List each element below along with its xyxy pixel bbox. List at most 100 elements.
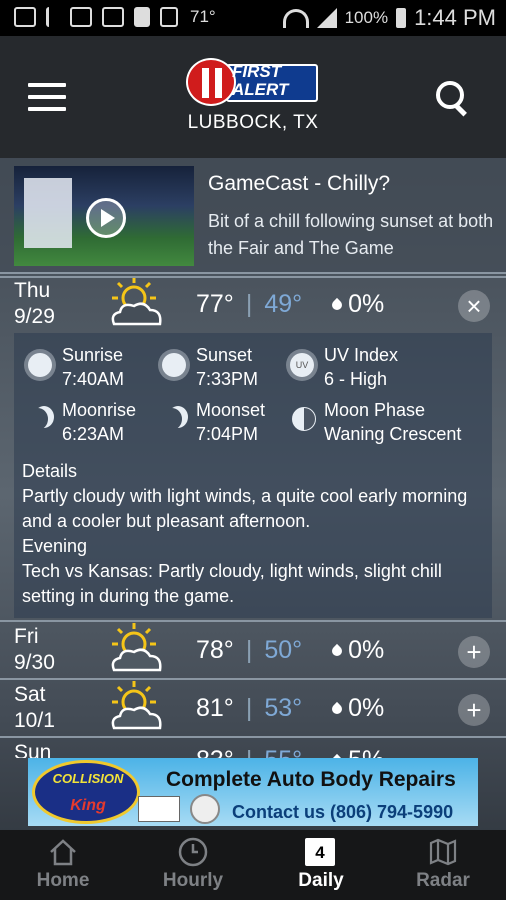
wifi-icon [282,8,309,28]
moonset-icon [162,408,182,430]
temperatures: 83° | 55° 5% [196,746,384,758]
expand-button[interactable]: + [458,694,490,726]
sunset-icon [162,353,186,377]
sunset-info: Sunset 7:33PM [196,345,259,389]
storage-icon [134,7,150,27]
moon-phase-info: Moon Phase Waning Crescent [324,400,462,444]
status-time: 1:44 PM [414,5,496,30]
high-temp: 78° [196,636,234,664]
details-heading: Details [22,461,78,481]
temp-separator: | [245,636,253,664]
image-icon [70,7,92,27]
moonset-info: Moonset 7:04PM [196,400,266,444]
moonrise-icon [28,408,48,430]
video-thumbnail[interactable] [14,166,194,266]
raindrop-icon [330,643,345,658]
temperatures: 78° | 50° 0% [196,636,384,665]
battery-percent: 100% [344,8,389,27]
search-icon[interactable] [436,81,470,117]
seal-badge [190,794,220,824]
details-text: Details Partly cloudy with light winds, … [22,459,490,609]
news-description: Bit of a chill following sunset at both … [208,211,494,258]
day-label: Fri 9/30 [14,625,55,674]
sunrise-icon [28,353,52,377]
high-temp: 81° [196,694,234,722]
precip-chance: 5% [348,746,384,758]
raindrop-icon [330,701,345,716]
menu-icon[interactable] [28,83,66,111]
add-notification-icon [14,7,36,27]
day-label: Thu 9/29 [14,279,55,328]
partly-cloudy-icon [111,681,162,730]
temperatures: 77° | 49° 0% [196,290,384,319]
forecast-row[interactable]: Fri 9/30 78° | 50° 0% + [0,623,506,684]
tab-daily[interactable]: 4 Daily [258,830,384,900]
precip-chance: 0% [348,694,385,722]
clock-icon [178,837,208,867]
day-details-panel: Sunrise 7:40AM Sunset 7:33PM UV UV Index 6 … [14,333,492,618]
calendar-icon: 4 [305,838,335,866]
tab-radar[interactable]: Radar [380,830,506,900]
evening-heading: Evening [22,536,88,556]
home-icon [50,839,76,866]
first-alert-logo: FIRST ALERT [186,58,320,106]
divider [0,678,506,680]
day-label: Sat 10/1 [14,683,55,732]
expand-button[interactable]: + [458,636,490,668]
low-temp: 50° [264,636,303,664]
tab-hourly[interactable]: Hourly [130,830,256,900]
app-header: FIRST ALERT LUBBOCK, TX [0,36,506,158]
partly-cloudy-icon [111,623,162,672]
map-icon [429,838,457,866]
uv-info: UV Index 6 - High [324,345,399,389]
moon-phase-icon [292,407,316,431]
ad-title: Complete Auto Body Repairs [166,768,456,791]
news-title[interactable]: GameCast - Chilly? [208,172,390,196]
forecast-row[interactable]: Thu 9/29 77° | 49° 0% × [0,277,506,338]
calendar-day: 4 [315,843,325,862]
tab-home[interactable]: Home [0,830,126,900]
logo-alert-text: ALERT [232,80,289,99]
low-temp: 49° [264,290,303,318]
mail-icon [102,7,124,27]
signal-icon [316,8,337,28]
temperatures: 81° | 53° 0% [196,694,384,723]
details-body: Partly cloudy with light winds, a quite … [22,486,468,531]
advertisement-banner[interactable]: COLLISION King Complete Auto Body Repair… [28,758,478,826]
logo-first-text: FIRST [232,62,282,81]
usb-icon [46,7,60,27]
tab-label: Home [36,870,90,891]
uv-icon: UV [290,353,314,377]
status-bar: 71° 100% 1:44 PM [0,0,506,36]
news-card[interactable]: GameCast - Chilly? Bit of a chill follow… [0,158,506,274]
blocked-icon [160,7,178,27]
high-temp: 77° [196,290,234,318]
location-label: LUBBOCK, TX [187,112,319,133]
temp-separator: | [245,290,253,318]
precip-chance: 0% [348,636,385,664]
ad-phone: Contact us (806) 794-5990 [232,802,454,822]
forecast-row[interactable]: Sat 10/1 81° | 53° 0% + [0,681,506,742]
status-temperature: 71° [190,7,216,26]
forecast-row[interactable]: Sun 83° | 55° 5% [0,742,506,758]
certification-badge [138,796,180,822]
battery-icon [396,8,407,28]
precip-chance: 0% [348,290,385,318]
tab-label: Radar [416,870,470,891]
play-icon[interactable] [86,198,126,238]
sunrise-info: Sunrise 7:40AM [62,345,125,389]
bottom-nav: Home Hourly 4 Daily Radar [0,830,506,900]
evening-body: Tech vs Kansas: Partly cloudy, light win… [22,561,442,606]
collapse-button[interactable]: × [458,290,490,322]
low-temp: 53° [264,694,303,722]
moonrise-info: Moonrise 6:23AM [62,400,137,444]
temp-separator: | [245,694,253,722]
raindrop-icon [330,297,345,312]
divider [0,736,506,738]
temp-separator: | [246,746,253,758]
partly-cloudy-icon [111,277,162,326]
day-label: Sun [14,742,52,758]
tab-label: Daily [298,870,344,891]
high-temp: 83° [196,746,234,758]
tab-label: Hourly [162,870,224,891]
